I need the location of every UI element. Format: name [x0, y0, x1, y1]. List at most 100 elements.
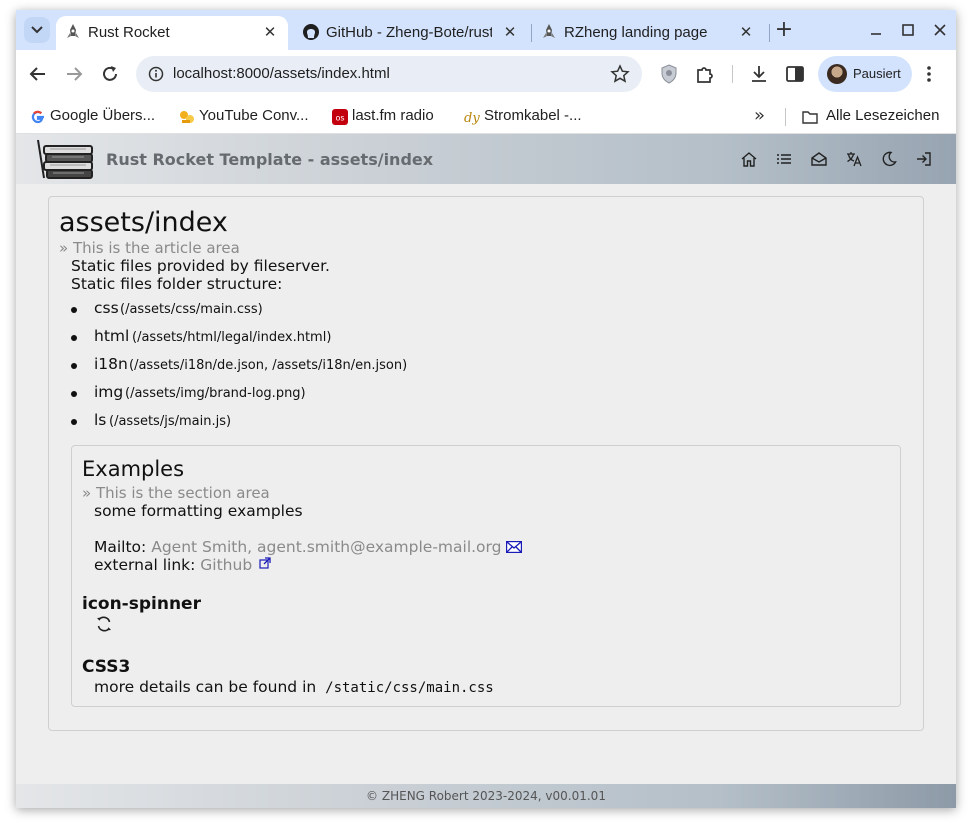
rocket-favicon-icon	[543, 24, 555, 38]
site-title: Rust Rocket Template - assets/index	[106, 150, 434, 169]
section-area: Examples » This is the section area some…	[71, 445, 901, 707]
chevron-down-icon	[31, 26, 43, 34]
minimize-icon[interactable]	[866, 20, 886, 40]
folder-path: (/assets/i18n/de.json, /assets/i18n/en.j…	[129, 358, 408, 373]
logout-icon[interactable]	[915, 150, 933, 168]
bullet	[71, 307, 77, 313]
tab-github[interactable]: GitHub - Zheng-Bote/rust ✕	[294, 16, 528, 50]
github-link[interactable]: Github	[200, 556, 252, 574]
lastfm-icon: os	[332, 109, 348, 125]
extensions-puzzle-icon[interactable]	[694, 63, 716, 85]
books-logo-icon[interactable]	[34, 138, 96, 180]
css-text: more details can be found in	[94, 678, 317, 696]
new-tab-button[interactable]: +	[774, 19, 794, 41]
mail-icon[interactable]	[810, 150, 828, 168]
browser-toolbar: localhost:8000/assets/index.html Pausier…	[16, 50, 956, 98]
maximize-icon[interactable]	[898, 20, 918, 40]
tab-close-icon[interactable]: ✕	[262, 24, 278, 40]
home-icon[interactable]	[740, 150, 758, 168]
bookmark-label: YouTube Conv...	[199, 107, 309, 124]
folder-icon	[802, 111, 818, 124]
css-code: /static/css/main.css	[325, 680, 494, 696]
folder-name: html	[94, 327, 130, 345]
browser-window: Rust Rocket ✕ GitHub - Zheng-Bote/rust ✕…	[16, 10, 956, 808]
section-subline: » This is the section area	[82, 484, 270, 502]
site-info-icon[interactable]	[148, 66, 164, 82]
svg-text:dy: dy	[464, 111, 480, 125]
bookmarks-separator	[785, 108, 786, 126]
external-link-line: external link: Github	[94, 556, 271, 574]
shield-extension-icon[interactable]	[658, 63, 680, 85]
envelope-icon	[506, 540, 523, 554]
tab-title: RZheng landing page	[564, 24, 708, 41]
external-link-label: external link:	[94, 556, 196, 574]
folder-path: (/assets/css/main.css)	[120, 302, 263, 317]
article-text-line: Static files folder structure:	[71, 275, 283, 293]
bookmark-label: Stromkabel -...	[484, 107, 582, 124]
mailto-line: Mailto: Agent Smith, agent.smith@example…	[94, 538, 523, 556]
article-area: assets/index » This is the article area …	[48, 196, 924, 731]
tab-search-button[interactable]	[24, 17, 50, 43]
folder-path: (/assets/html/legal/index.html)	[132, 330, 332, 345]
spinner-heading: icon-spinner	[82, 594, 201, 614]
all-bookmarks-label: Alle Lesezeichen	[826, 107, 940, 124]
css-line: more details can be found in /static/css…	[94, 678, 494, 696]
profile-button[interactable]: Pausiert	[818, 56, 912, 92]
folder-name: img	[94, 383, 124, 401]
tab-close-icon[interactable]: ✕	[738, 24, 754, 40]
tab-rzheng-landing[interactable]: RZheng landing page ✕	[532, 16, 768, 50]
svg-text:os: os	[335, 114, 344, 123]
menu-dots-icon[interactable]	[926, 64, 932, 84]
section-heading: Examples	[82, 457, 185, 481]
bookmark-label: Google Übers...	[50, 107, 156, 124]
bookmarks-bar: Google Übers... YouTube Conv... os last.…	[16, 98, 956, 134]
stromkabel-icon: dy	[464, 111, 480, 125]
github-favicon-icon	[303, 24, 319, 40]
tab-title: Rust Rocket	[88, 24, 170, 41]
tab-rust-rocket[interactable]: Rust Rocket ✕	[56, 16, 288, 50]
all-bookmarks-button[interactable]: Alle Lesezeichen	[802, 107, 952, 127]
tab-separator	[769, 24, 770, 42]
folder-path: (/assets/img/brand-log.png)	[125, 386, 306, 401]
folder-path: (/assets/js/main.js)	[109, 414, 232, 429]
back-arrow-icon[interactable]	[26, 62, 50, 86]
css-heading: CSS3	[82, 657, 131, 677]
spinner-icon	[97, 616, 111, 632]
download-icon[interactable]	[748, 63, 770, 85]
bookmark-star-icon[interactable]	[610, 64, 630, 84]
tab-strip: Rust Rocket ✕ GitHub - Zheng-Bote/rust ✕…	[16, 10, 956, 50]
rocket-favicon-icon	[67, 24, 79, 38]
article-subline: » This is the article area	[59, 239, 240, 257]
folder-name: css	[94, 299, 119, 317]
site-footer: © ZHENG Robert 2023-2024, v00.01.01	[16, 784, 956, 808]
site-header: Rust Rocket Template - assets/index	[16, 134, 956, 184]
article-text-line: Static files provided by fileserver.	[71, 257, 330, 275]
bullet	[71, 363, 77, 369]
bookmark-label: last.fm radio	[352, 107, 434, 124]
article-heading: assets/index	[59, 207, 228, 238]
section-intro: some formatting examples	[94, 502, 303, 520]
url-text: localhost:8000/assets/index.html	[173, 65, 390, 82]
window-close-icon[interactable]	[930, 20, 950, 40]
bullet	[71, 335, 77, 341]
folder-name: ls	[94, 411, 107, 429]
list-icon[interactable]	[775, 150, 793, 168]
mailto-link[interactable]: Agent Smith, agent.smith@example-mail.or…	[151, 538, 501, 556]
tab-close-icon[interactable]: ✕	[502, 24, 518, 40]
side-panel-icon[interactable]	[784, 63, 806, 85]
footer-text: © ZHENG Robert 2023-2024, v00.01.01	[366, 789, 606, 803]
reload-icon[interactable]	[98, 62, 122, 86]
bullet	[71, 419, 77, 425]
address-bar[interactable]: localhost:8000/assets/index.html	[136, 56, 642, 92]
bookmarks-overflow-button[interactable]: »	[754, 105, 765, 126]
toolbar-separator	[732, 65, 733, 83]
forward-arrow-icon[interactable]	[62, 62, 86, 86]
translate-icon[interactable]	[845, 150, 863, 168]
moon-icon[interactable]	[880, 150, 898, 168]
external-link-icon	[259, 557, 271, 569]
tab-title: GitHub - Zheng-Bote/rust	[326, 24, 492, 41]
folder-name: i18n	[94, 355, 128, 373]
google-icon	[31, 110, 44, 124]
mailto-label: Mailto:	[94, 538, 147, 556]
avatar	[827, 64, 847, 84]
